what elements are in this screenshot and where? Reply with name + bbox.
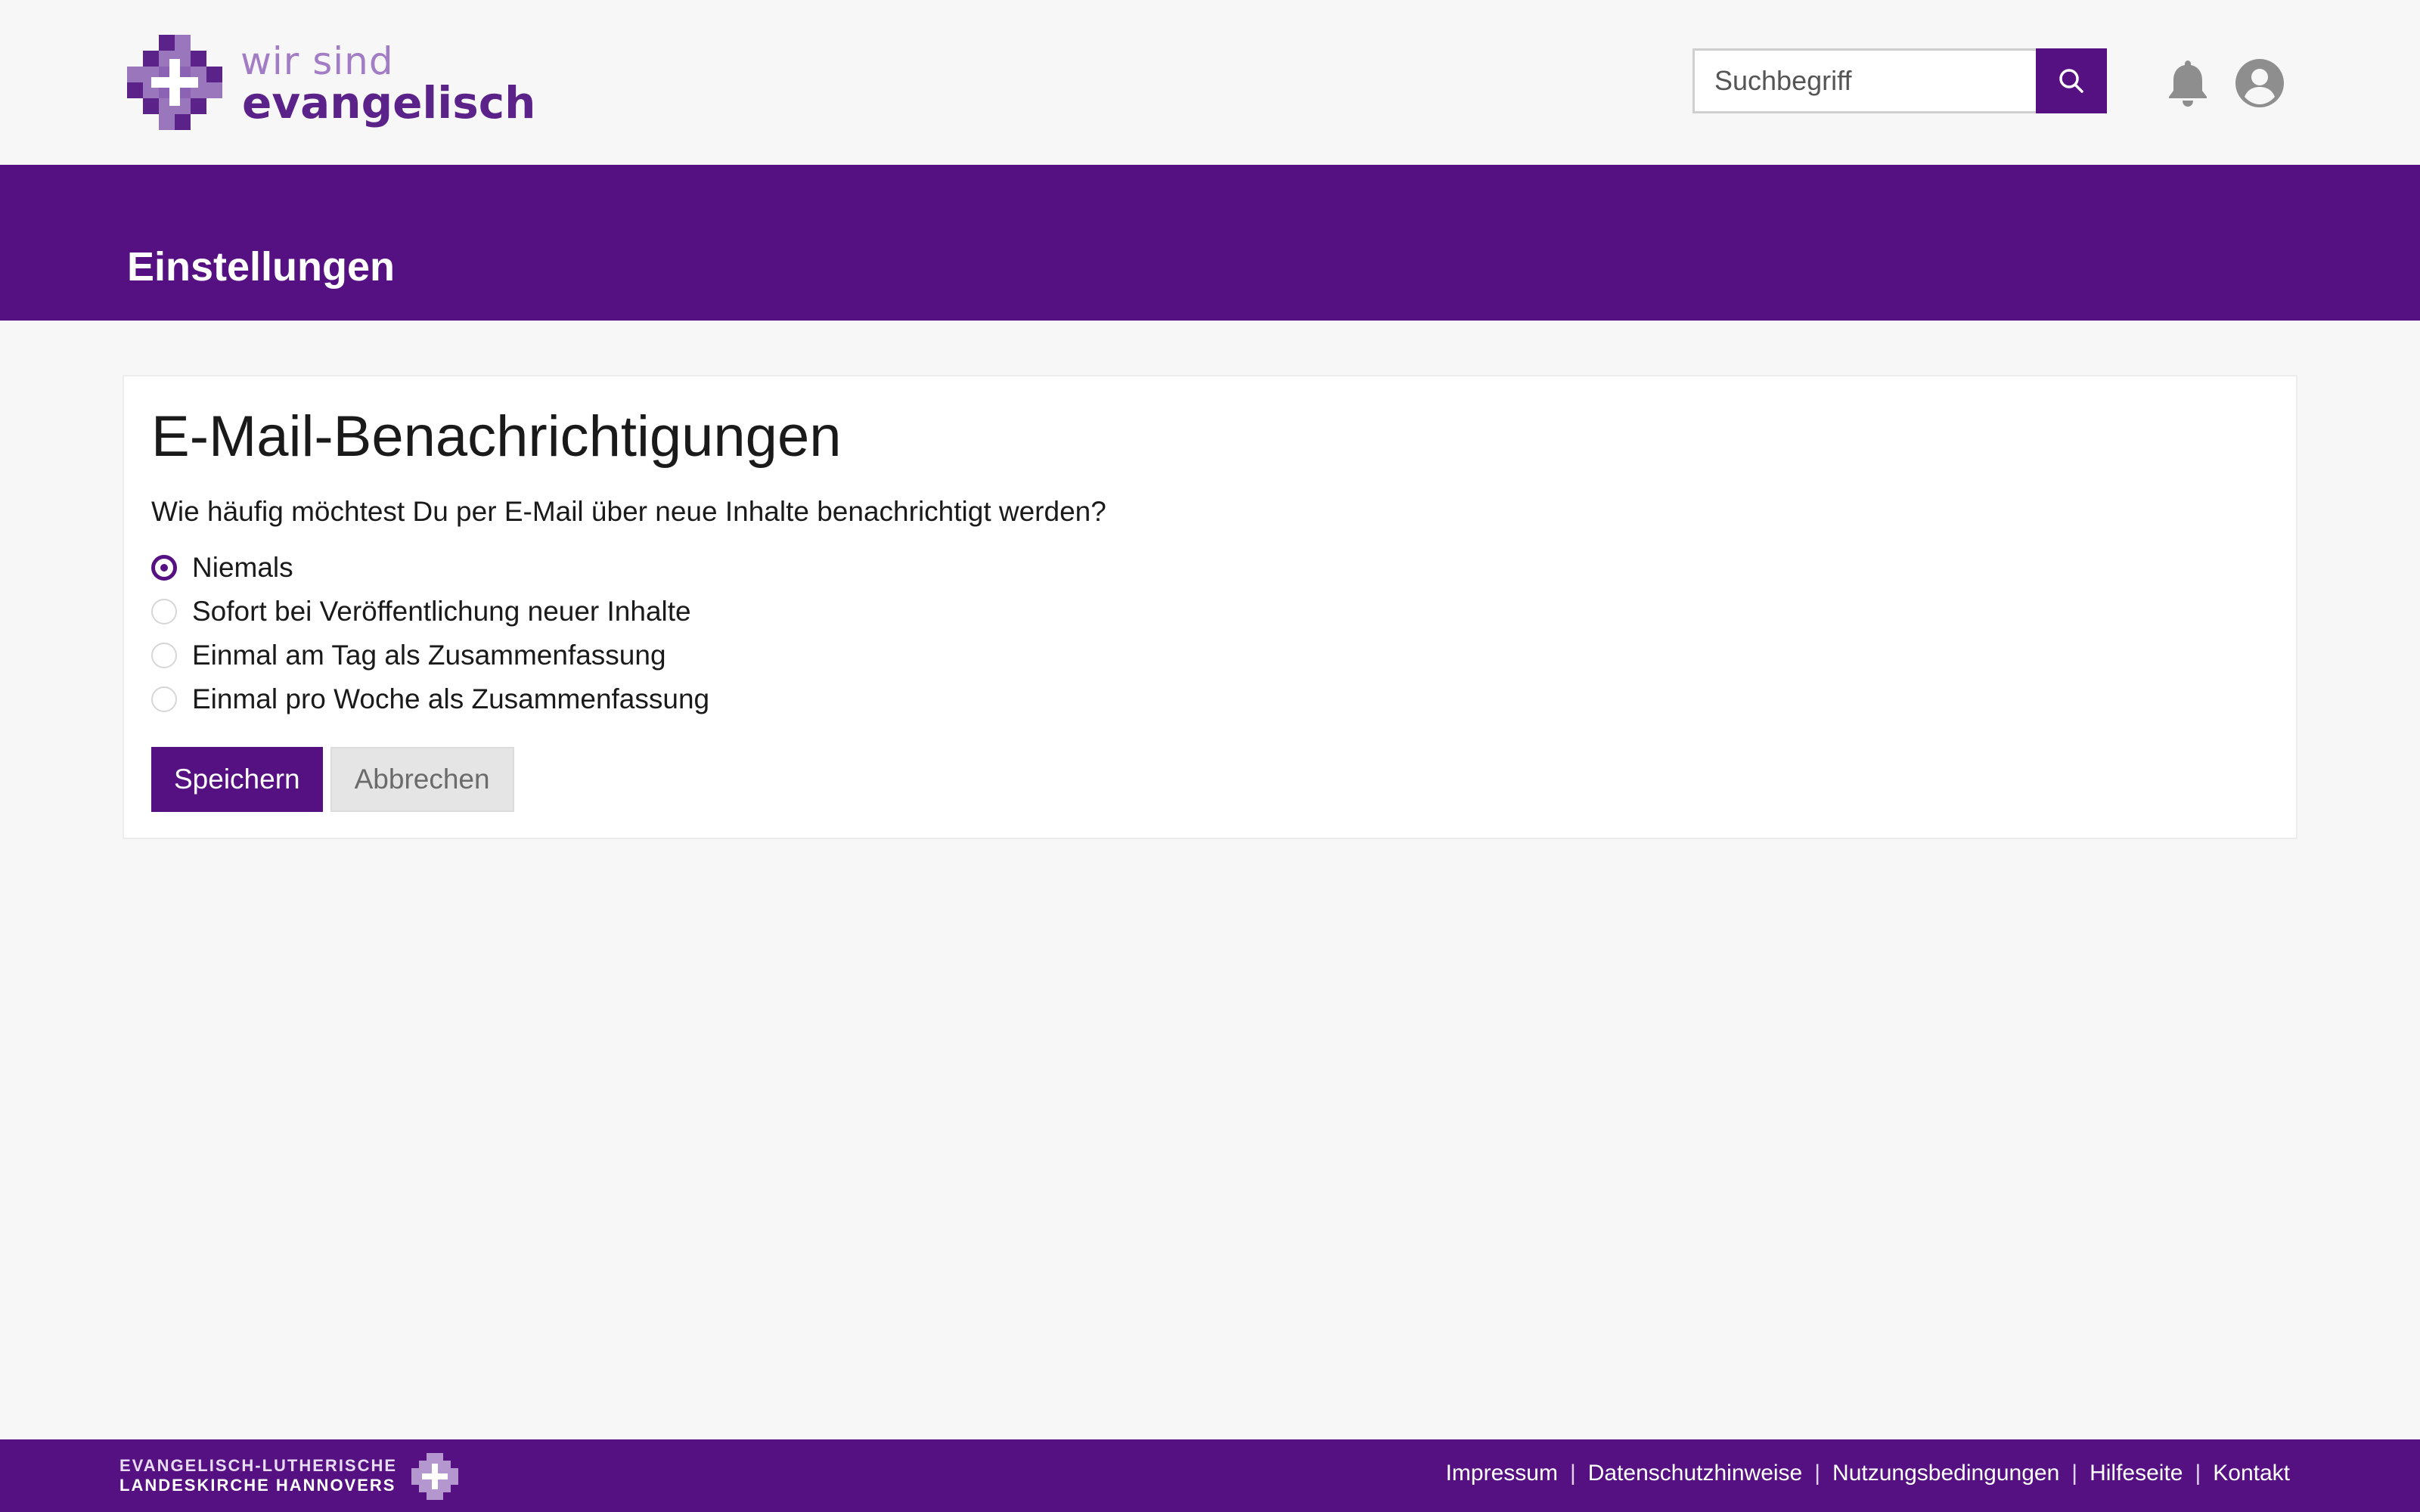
footer-organization: EVANGELISCH-LUTHERISCHE LANDESKIRCHE HAN… [119, 1456, 397, 1495]
logo-text-bottom: evangelisch [242, 77, 536, 129]
radio-woechentlich[interactable] [151, 686, 177, 712]
option-label: Sofort bei Veröffentlichung neuer Inhalt… [192, 596, 691, 627]
option-niemals[interactable]: Niemals [151, 546, 709, 590]
cancel-button[interactable]: Abbrechen [330, 747, 514, 812]
footer-org-line2: LANDESKIRCHE HANNOVERS [119, 1476, 396, 1495]
site-header: wir sind evangelisch [0, 0, 2420, 165]
search-input[interactable] [1692, 48, 2036, 113]
notification-question: Wie häufig möchtest Du per E-Mail über n… [151, 496, 1106, 527]
search-bar [1692, 48, 2107, 113]
option-woechentlich[interactable]: Einmal pro Woche als Zusammenfassung [151, 677, 709, 721]
page-banner: Einstellungen [0, 165, 2420, 321]
frequency-radio-group: Niemals Sofort bei Veröffentlichung neue… [151, 546, 709, 721]
user-avatar-icon[interactable] [2235, 59, 2284, 107]
footer-separator: | [1814, 1461, 1821, 1486]
footer-link-kontakt[interactable]: Kontakt [2213, 1461, 2290, 1486]
option-taeglich[interactable]: Einmal am Tag als Zusammenfassung [151, 634, 709, 677]
search-button[interactable] [2036, 48, 2107, 113]
footer-separator: | [2071, 1461, 2078, 1486]
save-button[interactable]: Speichern [151, 747, 323, 812]
footer-link-nutzungsbedingungen[interactable]: Nutzungsbedingungen [1832, 1461, 2059, 1486]
logo-cross-icon [127, 35, 222, 130]
radio-niemals[interactable] [151, 555, 177, 581]
page-title: Einstellungen [127, 244, 396, 290]
option-label: Einmal am Tag als Zusammenfassung [192, 640, 666, 671]
search-icon [2059, 69, 2083, 93]
footer-cross-icon [411, 1453, 458, 1500]
footer-link-impressum[interactable]: Impressum [1446, 1461, 1558, 1486]
form-actions: Speichern Abbrechen [151, 747, 514, 812]
footer-link-datenschutz[interactable]: Datenschutzhinweise [1588, 1461, 1803, 1486]
site-footer: EVANGELISCH-LUTHERISCHE LANDESKIRCHE HAN… [0, 1439, 2420, 1512]
radio-sofort[interactable] [151, 599, 177, 624]
footer-link-hilfeseite[interactable]: Hilfeseite [2090, 1461, 2183, 1486]
footer-separator: | [1569, 1461, 1576, 1486]
footer-links: Impressum | Datenschutzhinweise | Nutzun… [1446, 1461, 2290, 1486]
bell-icon[interactable] [2164, 57, 2211, 107]
option-label: Niemals [192, 552, 293, 583]
footer-separator: | [2195, 1461, 2201, 1486]
logo[interactable]: wir sind evangelisch [127, 35, 535, 133]
card-title: E-Mail-Benachrichtigungen [151, 404, 842, 469]
email-notifications-card: E-Mail-Benachrichtigungen Wie häufig möc… [123, 375, 2297, 839]
footer-org-line1: EVANGELISCH-LUTHERISCHE [119, 1456, 398, 1475]
radio-taeglich[interactable] [151, 643, 177, 668]
option-sofort[interactable]: Sofort bei Veröffentlichung neuer Inhalt… [151, 590, 709, 634]
option-label: Einmal pro Woche als Zusammenfassung [192, 683, 710, 714]
page: wir sind evangelisch Einstellungen [0, 0, 2420, 1512]
